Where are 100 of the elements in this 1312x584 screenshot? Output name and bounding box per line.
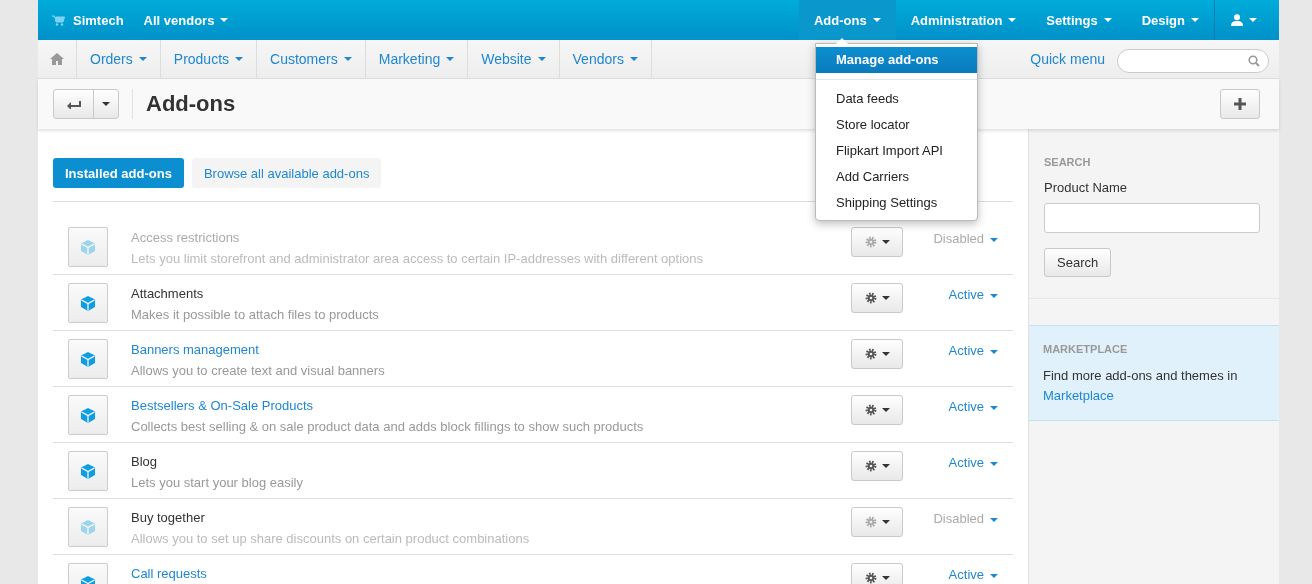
top-menu-item[interactable]: Design	[1126, 0, 1214, 40]
settings-button[interactable]	[851, 339, 903, 369]
caret-icon	[881, 520, 890, 524]
addon-description: Makes it possible to attach files to products	[131, 307, 379, 322]
cube-icon	[81, 463, 95, 479]
addon-name[interactable]: Banners management	[131, 342, 259, 357]
menu-item[interactable]: Add Carriers	[816, 164, 977, 190]
addon-description: Allows you to set up share discounts on certain product combinations	[131, 531, 530, 546]
caret-icon	[1249, 18, 1257, 22]
cart-icon	[52, 14, 65, 26]
nav-menu-item[interactable]: Customers	[257, 40, 366, 78]
marketplace-text: Find more add-ons and themes in	[1043, 368, 1238, 383]
cube-icon	[81, 239, 95, 255]
status-dropdown[interactable]: Active	[948, 455, 998, 470]
gear-icon	[864, 572, 877, 584]
caret-icon	[990, 517, 998, 522]
menu-item[interactable]: Shipping Settings	[816, 190, 977, 216]
status-dropdown[interactable]: Active	[948, 399, 998, 414]
cube-icon	[81, 407, 95, 423]
cube-icon	[81, 295, 95, 311]
caret-icon	[220, 18, 229, 22]
nav-menu-item[interactable]: Marketing	[365, 40, 469, 78]
menu-item[interactable]: Data feeds	[816, 86, 977, 112]
gear-icon	[864, 292, 877, 304]
caret-icon	[990, 405, 998, 410]
tab[interactable]: Browse all available add-ons	[191, 158, 382, 188]
nav-menu-item[interactable]: Website	[468, 40, 560, 78]
nav-menu-item[interactable]: Products	[160, 40, 258, 78]
caret-icon	[881, 576, 890, 580]
gear-icon	[864, 404, 877, 416]
caret-icon	[881, 352, 890, 356]
status-dropdown[interactable]: Disabled	[933, 231, 998, 246]
caret-icon	[1008, 18, 1017, 22]
addon-description: Collects best selling & on sale product data and adds block fillings to show such products	[131, 419, 644, 434]
vendor-menu[interactable]: All vendors	[143, 0, 244, 40]
plus-icon	[1234, 98, 1246, 110]
menu-item[interactable]: Flipkart Import API	[816, 138, 977, 164]
menu-item[interactable]: Manage add-ons	[816, 47, 977, 73]
addon-name[interactable]: Bestsellers & On-Sale Products	[131, 398, 314, 413]
add-button[interactable]	[1220, 89, 1260, 119]
caret-icon	[881, 408, 890, 412]
product-name-field[interactable]	[1044, 203, 1260, 233]
gear-icon	[864, 348, 877, 360]
gear-icon	[864, 516, 877, 528]
status-dropdown[interactable]: Active	[948, 567, 998, 582]
caret-icon	[629, 57, 638, 61]
settings-button[interactable]	[851, 563, 903, 584]
tab[interactable]: Installed add-ons	[53, 158, 184, 188]
home-icon[interactable]	[50, 53, 64, 65]
status-dropdown[interactable]: Disabled	[933, 511, 998, 526]
caret-icon	[1191, 18, 1199, 22]
addon-description: Lets you start your blog easily	[131, 475, 303, 490]
section-heading: SEARCH	[1044, 156, 1091, 168]
top-menu-item[interactable]: Add-ons	[798, 0, 896, 40]
caret-icon	[990, 349, 998, 354]
addon-description: Lets you limit storefront and administrator area access to certain IP-addresses with different options	[131, 251, 704, 266]
caret-icon	[102, 102, 110, 106]
addon-name: Buy together	[131, 510, 205, 525]
search-icon	[1248, 55, 1260, 67]
back-arrow-icon	[66, 99, 81, 109]
caret-icon	[990, 293, 998, 298]
marketplace-link[interactable]: Marketplace	[1043, 388, 1114, 403]
settings-button[interactable]	[851, 395, 903, 425]
menu-item[interactable]: Store locator	[816, 112, 977, 138]
caret-icon	[138, 57, 147, 61]
top-menu-item[interactable]: Settings	[1031, 0, 1127, 40]
user-icon	[1231, 14, 1243, 26]
nav-menu-item[interactable]: Orders	[77, 40, 161, 78]
gear-icon	[864, 236, 877, 248]
caret-icon	[881, 296, 890, 300]
page-title: Add-ons	[146, 91, 236, 117]
caret-icon	[235, 57, 244, 61]
addon-name: Blog	[131, 454, 158, 469]
quick-menu-link[interactable]: Quick menu	[1030, 40, 1105, 78]
settings-button[interactable]	[851, 283, 903, 313]
nav-menu-item[interactable]: Vendors	[559, 40, 652, 78]
caret-icon	[881, 464, 890, 468]
addon-name[interactable]: Call requests	[131, 566, 207, 581]
addon-name: Access restrictions	[131, 230, 240, 245]
search-button[interactable]: Search	[1044, 248, 1112, 277]
status-dropdown[interactable]: Active	[948, 343, 998, 358]
top-menu-item[interactable]: Administration	[895, 0, 1032, 40]
gear-icon	[864, 460, 877, 472]
addon-name: Attachments	[131, 286, 204, 301]
search-field[interactable]	[1117, 49, 1269, 73]
field-label: Product Name	[1044, 180, 1128, 195]
cube-icon	[81, 519, 95, 535]
caret-icon	[881, 240, 890, 244]
caret-icon	[990, 237, 998, 242]
addon-description: Allows you to create text and visual banners	[131, 363, 385, 378]
caret-icon	[872, 18, 881, 22]
caret-icon	[537, 57, 546, 61]
caret-icon	[446, 57, 455, 61]
section-heading: MARKETPLACE	[1043, 343, 1128, 355]
settings-button[interactable]	[851, 451, 903, 481]
status-dropdown[interactable]: Active	[948, 287, 998, 302]
brand-name[interactable]: Simtech	[73, 12, 124, 28]
caret-icon	[343, 57, 352, 61]
cube-icon	[81, 351, 95, 367]
caret-icon	[990, 573, 998, 578]
